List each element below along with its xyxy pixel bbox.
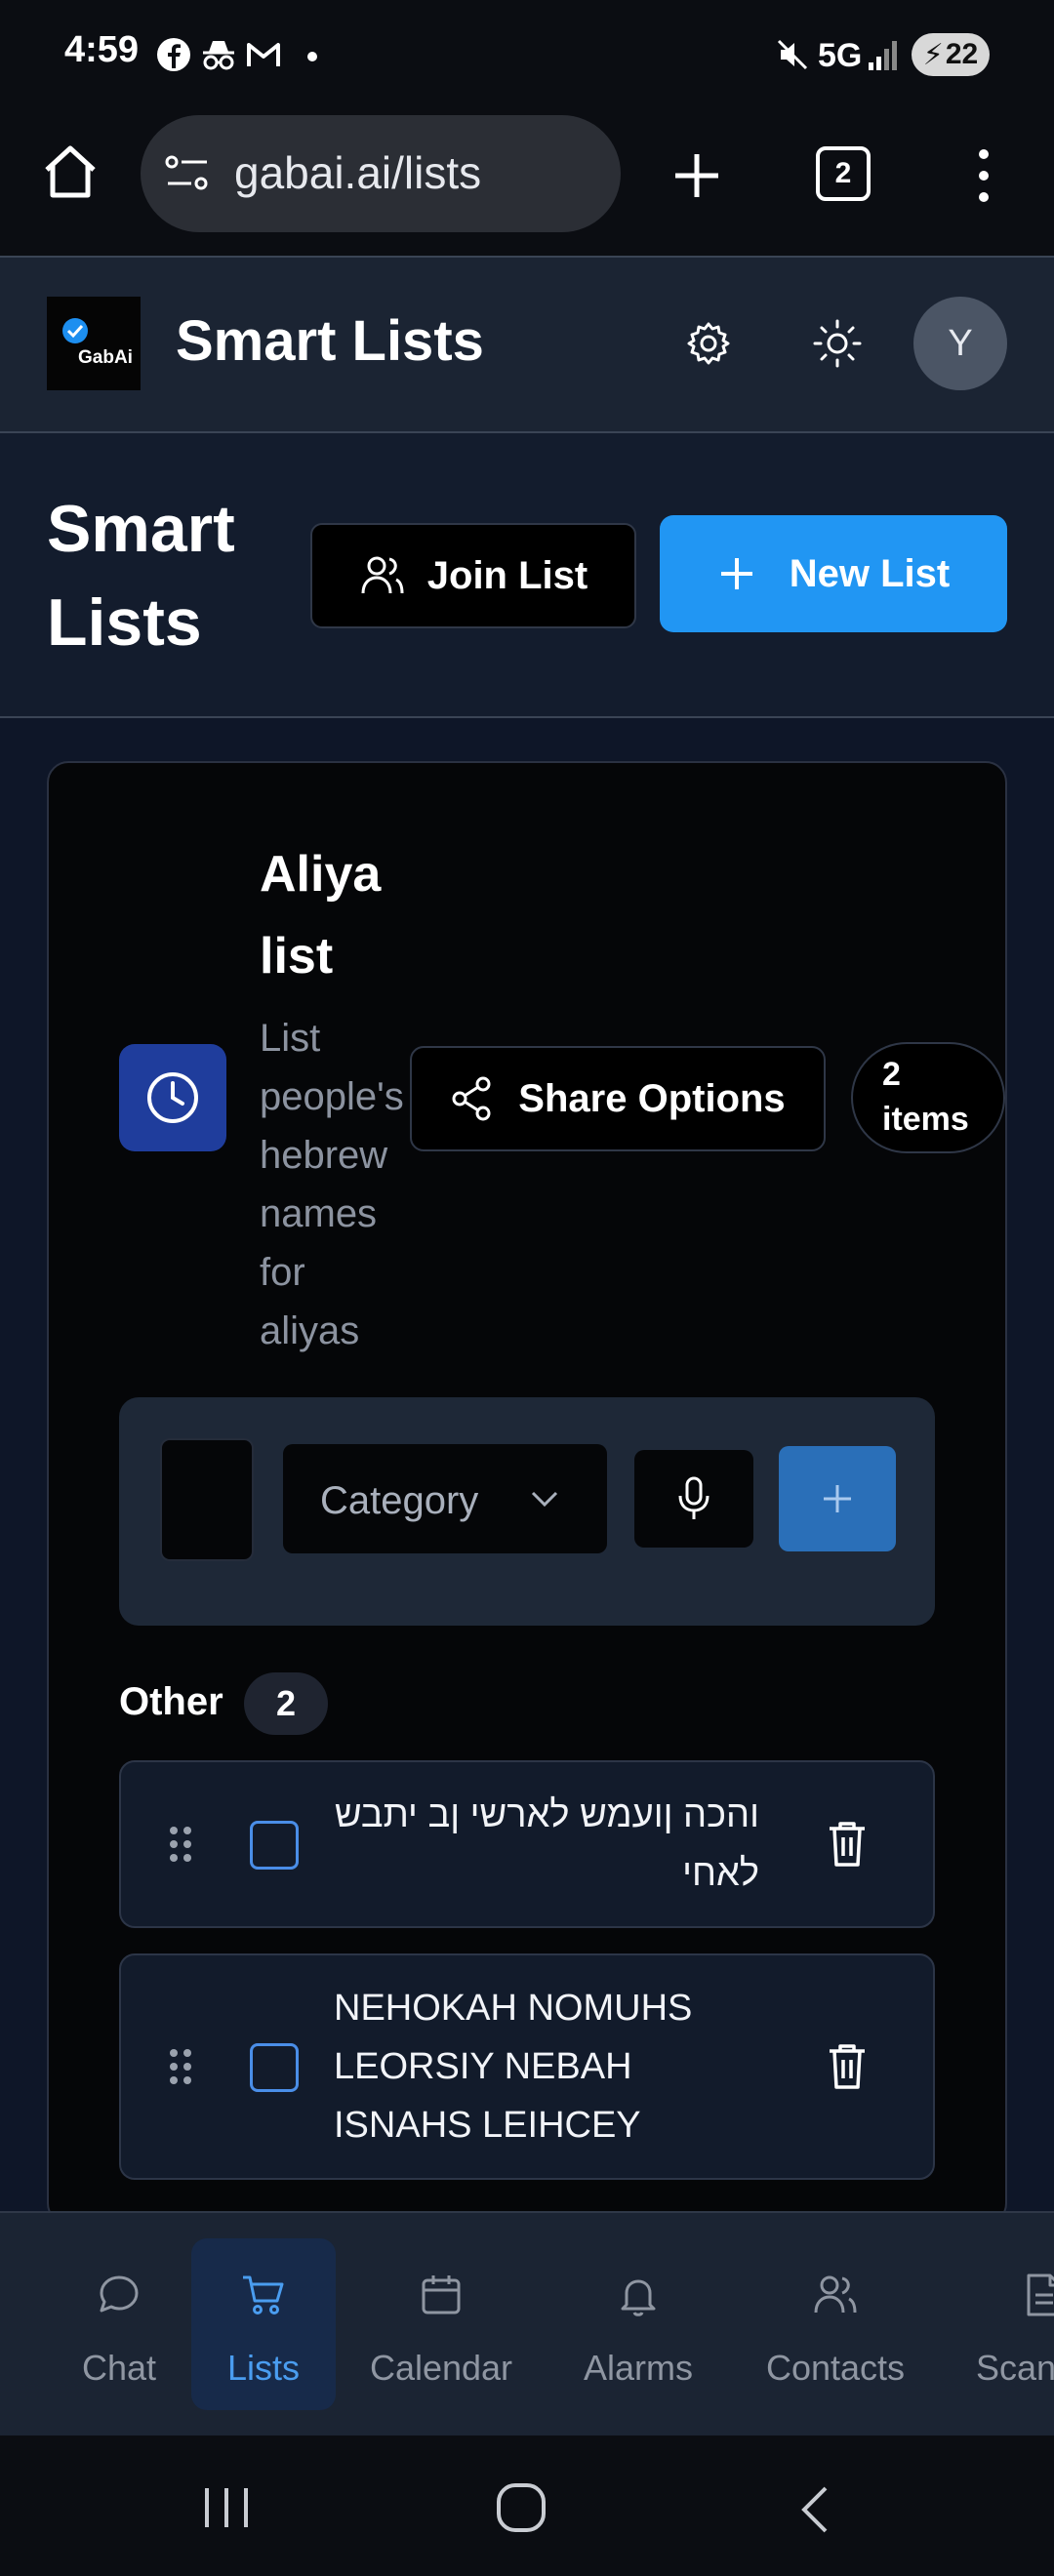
- new-list-label: New List: [789, 551, 951, 595]
- plus-icon: [720, 558, 752, 589]
- status-time: 4:59: [64, 29, 140, 70]
- battery-indicator: ⚡ 22: [912, 33, 990, 76]
- bell-icon: [621, 2279, 656, 2316]
- settings-gear-icon[interactable]: [685, 320, 732, 367]
- incognito-icon: [203, 41, 234, 70]
- item-checkbox[interactable]: [250, 2043, 299, 2092]
- item-checkbox[interactable]: [250, 1821, 299, 1870]
- notification-dot-icon: [307, 52, 317, 61]
- category-placeholder: Category: [320, 1479, 479, 1522]
- nav-label-lists: Lists: [226, 2348, 301, 2388]
- voice-input-button[interactable]: [634, 1450, 753, 1548]
- nav-label-calendar: Calendar: [369, 2348, 513, 2388]
- theme-sun-icon[interactable]: [812, 318, 863, 369]
- chat-bubble-icon: [100, 2275, 139, 2313]
- nav-label-alarms: Alarms: [583, 2348, 693, 2388]
- contacts-icon: [814, 2275, 857, 2314]
- logo-text: GabAi: [78, 347, 133, 368]
- item-text: NEHOKAH NOMUHS LEORSIY NEBAH ISNAHS LEIH…: [334, 1988, 693, 2146]
- home-circle-icon[interactable]: [494, 2480, 548, 2535]
- join-list-button[interactable]: Join List: [310, 523, 636, 628]
- new-list-button[interactable]: New List: [660, 515, 1007, 632]
- nav-label-scan: Scan: [976, 2348, 1054, 2388]
- url-text: gabai.ai/lists: [234, 147, 482, 198]
- calendar-icon: [422, 2275, 461, 2314]
- share-options-button[interactable]: Share Options: [410, 1046, 826, 1151]
- app-title: Smart Lists: [176, 309, 484, 373]
- item-name-input[interactable]: [160, 1438, 254, 1561]
- page-title: Smart Lists: [47, 492, 235, 660]
- signal-icon: [869, 41, 897, 70]
- share-icon: [452, 1076, 491, 1121]
- join-list-label: Join List: [426, 553, 588, 597]
- nav-item-calendar[interactable]: Calendar: [361, 2244, 521, 2410]
- microphone-icon: [678, 1476, 709, 1519]
- verified-badge-icon: [62, 318, 88, 343]
- more-options-icon[interactable]: [966, 144, 1001, 207]
- list-title: Aliya list: [260, 846, 382, 985]
- charging-icon: ⚡: [922, 38, 944, 71]
- site-settings-icon[interactable]: [164, 152, 211, 195]
- nav-item-scan[interactable]: Scan: [960, 2244, 1054, 2410]
- nav-item-lists[interactable]: Lists: [191, 2244, 336, 2410]
- list-description: List people's hebrew names for aliyas: [260, 1017, 404, 1352]
- items-count-badge: 2 items: [851, 1042, 1005, 1153]
- group-label: Other: [119, 1680, 223, 1723]
- clock-icon: [147, 1072, 198, 1123]
- app-logo[interactable]: GabAi: [47, 297, 141, 390]
- drag-handle-icon[interactable]: [166, 2045, 195, 2088]
- plus-icon: [824, 1485, 851, 1512]
- network-type: 5G: [818, 37, 863, 74]
- nav-label-contacts: Contacts: [765, 2348, 906, 2388]
- new-tab-icon[interactable]: [669, 148, 724, 203]
- nav-label-chat: Chat: [81, 2348, 157, 2388]
- group-count-badge: 2: [244, 1672, 328, 1735]
- nav-item-contacts[interactable]: Contacts: [751, 2244, 919, 2410]
- user-avatar[interactable]: Y: [913, 297, 1007, 390]
- facebook-icon: [157, 38, 190, 71]
- battery-level: 22: [945, 38, 979, 70]
- mute-icon: [777, 39, 808, 70]
- app-header: [0, 256, 1054, 433]
- items-count-text: 2 items: [882, 1056, 969, 1138]
- home-icon[interactable]: [39, 141, 101, 203]
- drag-handle-icon[interactable]: [166, 1823, 195, 1866]
- list-icon-tile: [119, 1044, 226, 1151]
- users-icon: [361, 556, 404, 594]
- trash-icon[interactable]: [826, 2041, 869, 2092]
- document-icon: [1027, 2274, 1054, 2316]
- nav-item-chat[interactable]: Chat: [49, 2244, 189, 2410]
- item-text: והכה ןועמש לארשי ןב יתבש לאחי: [334, 1794, 759, 1894]
- share-options-label: Share Options: [518, 1076, 786, 1120]
- add-item-button[interactable]: [779, 1446, 896, 1551]
- trash-icon[interactable]: [826, 1819, 869, 1870]
- recent-apps-icon[interactable]: [199, 2484, 254, 2531]
- shopping-cart-icon: [243, 2275, 284, 2314]
- tab-switcher-button[interactable]: 2: [816, 146, 871, 201]
- nav-item-alarms[interactable]: Alarms: [564, 2244, 712, 2410]
- back-chevron-icon[interactable]: [792, 2482, 835, 2537]
- gmail-icon: [247, 43, 280, 66]
- chevron-down-icon: [531, 1491, 558, 1508]
